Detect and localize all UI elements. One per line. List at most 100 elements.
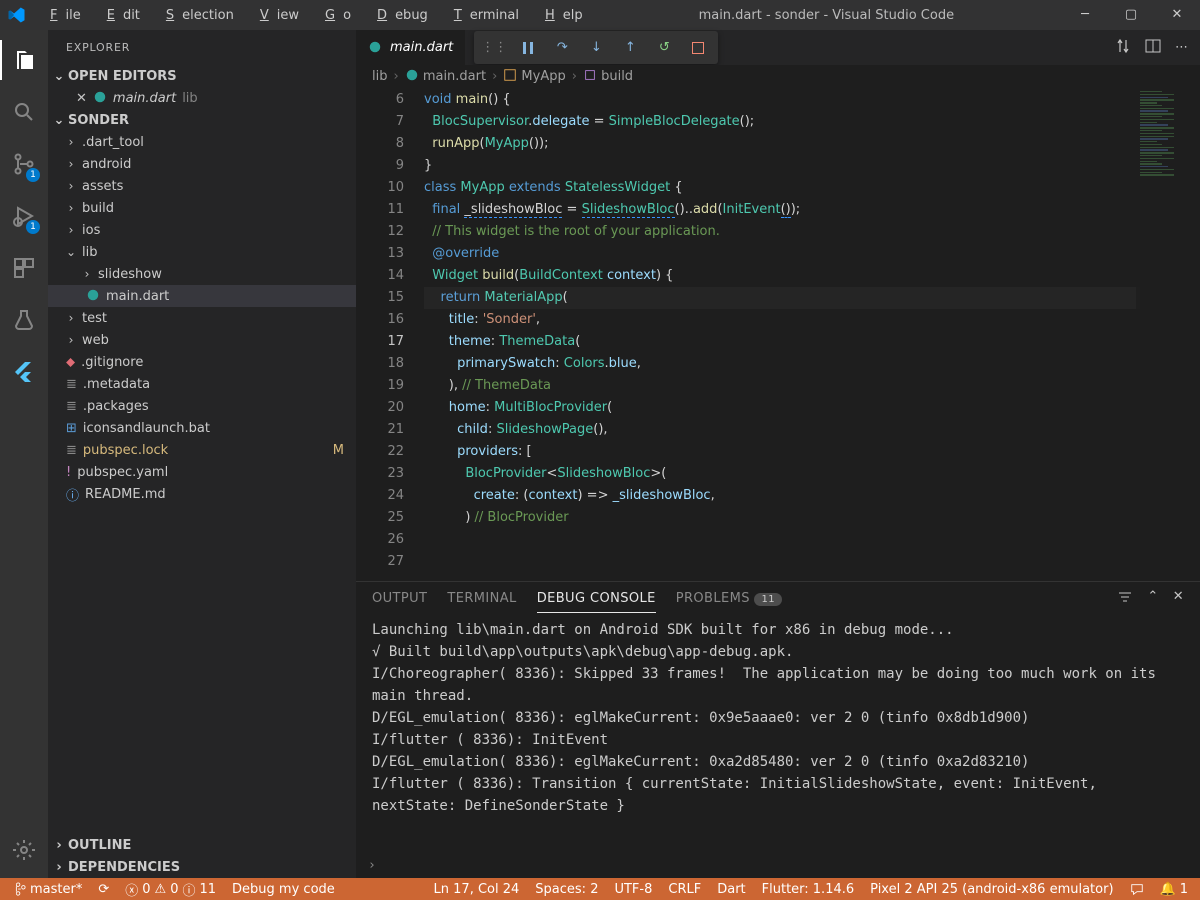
extensions-icon[interactable]: [0, 248, 48, 288]
outline-header[interactable]: ›OUTLINE: [48, 834, 356, 856]
menu-go[interactable]: Go: [309, 2, 359, 29]
breadcrumb-main.dart[interactable]: main.dart: [405, 68, 486, 84]
file-iconsandlaunch-bat[interactable]: ⊞ iconsandlaunch.bat: [48, 417, 356, 439]
folder-assets[interactable]: › assets: [48, 175, 356, 197]
menu-selection[interactable]: Selection: [150, 2, 242, 29]
file--packages[interactable]: ≣ .packages: [48, 395, 356, 417]
workbench: 1 1 EXPLORER ⌄OPEN EDITORS ✕ main.dart l…: [0, 30, 1200, 878]
collapse-panel-icon[interactable]: ⌃: [1147, 589, 1158, 609]
folder-ios[interactable]: › ios: [48, 219, 356, 241]
compare-changes-icon[interactable]: [1115, 38, 1131, 58]
dependencies-header[interactable]: ›DEPENDENCIES: [48, 856, 356, 878]
settings-gear-icon[interactable]: [0, 830, 48, 870]
tabs-row: main.dart ⋮⋮ ↷ ↓ ↑ ↺ ⋯: [356, 30, 1200, 65]
file-README-md[interactable]: ⓘ README.md: [48, 483, 356, 505]
panel-tabs: OUTPUT TERMINAL DEBUG CONSOLE PROBLEMS 11 ⌃…: [356, 582, 1200, 615]
flutter-icon[interactable]: [0, 352, 48, 392]
folder-test[interactable]: › test: [48, 307, 356, 329]
stop-icon[interactable]: [688, 42, 708, 54]
panel-tab-problems[interactable]: PROBLEMS 11: [676, 591, 782, 606]
language-status[interactable]: Dart: [713, 882, 749, 897]
panel-tab-debug-console[interactable]: DEBUG CONSOLE: [537, 591, 656, 613]
menu-terminal[interactable]: Terminal: [438, 2, 527, 29]
title-bar: FileEditSelectionViewGoDebugTerminalHelp…: [0, 0, 1200, 30]
step-out-icon[interactable]: ↑: [620, 40, 640, 55]
debug-console-prompt[interactable]: ›: [356, 858, 1200, 878]
dart-file-icon: [368, 40, 382, 56]
editor[interactable]: 6789101112131415161718192021222324252627…: [356, 87, 1200, 581]
filter-icon[interactable]: [1117, 589, 1133, 609]
editor-group: main.dart ⋮⋮ ↷ ↓ ↑ ↺ ⋯ lib› main.dart› M…: [356, 30, 1200, 878]
debug-toolbar[interactable]: ⋮⋮ ↷ ↓ ↑ ↺: [474, 31, 718, 64]
panel-tab-output[interactable]: OUTPUT: [372, 591, 427, 606]
folder-build[interactable]: › build: [48, 197, 356, 219]
file-pubspec-lock[interactable]: ≣ pubspec.lockM: [48, 439, 356, 461]
menu-help[interactable]: Help: [529, 2, 591, 29]
breadcrumb-lib[interactable]: lib: [372, 69, 387, 84]
cursor-position[interactable]: Ln 17, Col 24: [430, 882, 524, 897]
notifications-icon[interactable]: 🔔 1: [1156, 882, 1192, 897]
gutter: 6789101112131415161718192021222324252627: [356, 87, 424, 581]
folder-lib[interactable]: ⌄ lib: [48, 241, 356, 263]
indent-status[interactable]: Spaces: 2: [531, 882, 602, 897]
panel-tab-terminal[interactable]: TERMINAL: [447, 591, 516, 606]
step-into-icon[interactable]: ↓: [586, 40, 606, 55]
debug-console-output[interactable]: Launching lib\main.dart on Android SDK b…: [356, 615, 1200, 858]
split-editor-icon[interactable]: [1145, 38, 1161, 58]
open-editor-item[interactable]: ✕ main.dart lib: [48, 87, 356, 109]
folder-.dart_tool[interactable]: › .dart_tool: [48, 131, 356, 153]
file--metadata[interactable]: ≣ .metadata: [48, 373, 356, 395]
feedback-icon[interactable]: [1126, 882, 1148, 896]
restart-icon[interactable]: ↺: [654, 40, 674, 55]
close-button[interactable]: ✕: [1154, 0, 1200, 30]
minimize-button[interactable]: ─: [1062, 0, 1108, 30]
test-icon[interactable]: [0, 300, 48, 340]
dart-file-icon: [93, 90, 107, 106]
vscode-icon: [0, 6, 34, 24]
explorer-icon[interactable]: [0, 40, 48, 80]
window-title: main.dart - sonder - Visual Studio Code: [591, 8, 1062, 23]
drag-handle-icon[interactable]: ⋮⋮: [484, 40, 504, 55]
more-actions-icon[interactable]: ⋯: [1175, 40, 1188, 55]
folder-web[interactable]: › web: [48, 329, 356, 351]
folder-slideshow[interactable]: › slideshow: [48, 263, 356, 285]
pause-icon[interactable]: [518, 41, 538, 55]
sync-icon[interactable]: ⟳: [94, 882, 113, 897]
open-editors-header[interactable]: ⌄OPEN EDITORS: [48, 65, 356, 87]
project-header[interactable]: ⌄SONDER: [48, 109, 356, 131]
explorer-sidebar: EXPLORER ⌄OPEN EDITORS ✕ main.dart lib ⌄…: [48, 30, 356, 878]
source-control-icon[interactable]: 1: [0, 144, 48, 184]
step-over-icon[interactable]: ↷: [552, 40, 572, 55]
menu-bar: FileEditSelectionViewGoDebugTerminalHelp: [34, 2, 591, 29]
file--gitignore[interactable]: ⬥ .gitignore: [48, 351, 356, 373]
task-status[interactable]: Debug my code: [228, 882, 339, 897]
editor-tab[interactable]: main.dart: [356, 30, 466, 65]
activity-bar: 1 1: [0, 30, 48, 878]
close-icon[interactable]: ✕: [76, 91, 87, 106]
menu-file[interactable]: File: [34, 2, 89, 29]
menu-debug[interactable]: Debug: [361, 2, 436, 29]
menu-edit[interactable]: Edit: [91, 2, 148, 29]
menu-view[interactable]: View: [244, 2, 307, 29]
flutter-status[interactable]: Flutter: 1.14.6: [758, 882, 859, 897]
file-pubspec-yaml[interactable]: ! pubspec.yaml: [48, 461, 356, 483]
encoding-status[interactable]: UTF-8: [610, 882, 656, 897]
file-main-dart[interactable]: main.dart: [48, 285, 356, 307]
problems-status[interactable]: ⓧ 0 ⚠ 0 ⓘ 11: [121, 880, 220, 899]
close-panel-icon[interactable]: ✕: [1173, 589, 1184, 609]
breadcrumb[interactable]: lib› main.dart› MyApp› build: [356, 65, 1200, 87]
eol-status[interactable]: CRLF: [664, 882, 705, 897]
panel: OUTPUT TERMINAL DEBUG CONSOLE PROBLEMS 11 ⌃…: [356, 581, 1200, 878]
tab-actions: ⋯: [1115, 30, 1200, 65]
folder-android[interactable]: › android: [48, 153, 356, 175]
minimap[interactable]: [1136, 87, 1200, 581]
breadcrumb-build[interactable]: build: [583, 68, 633, 84]
code-content[interactable]: void main() { BlocSupervisor.delegate = …: [424, 87, 1200, 581]
breadcrumb-MyApp[interactable]: MyApp: [503, 68, 565, 84]
search-icon[interactable]: [0, 92, 48, 132]
status-bar: master* ⟳ ⓧ 0 ⚠ 0 ⓘ 11 Debug my code Ln …: [0, 878, 1200, 900]
device-status[interactable]: Pixel 2 API 25 (android-x86 emulator): [866, 882, 1117, 897]
git-branch[interactable]: master*: [8, 882, 86, 897]
maximize-button[interactable]: ▢: [1108, 0, 1154, 30]
run-debug-icon[interactable]: 1: [0, 196, 48, 236]
